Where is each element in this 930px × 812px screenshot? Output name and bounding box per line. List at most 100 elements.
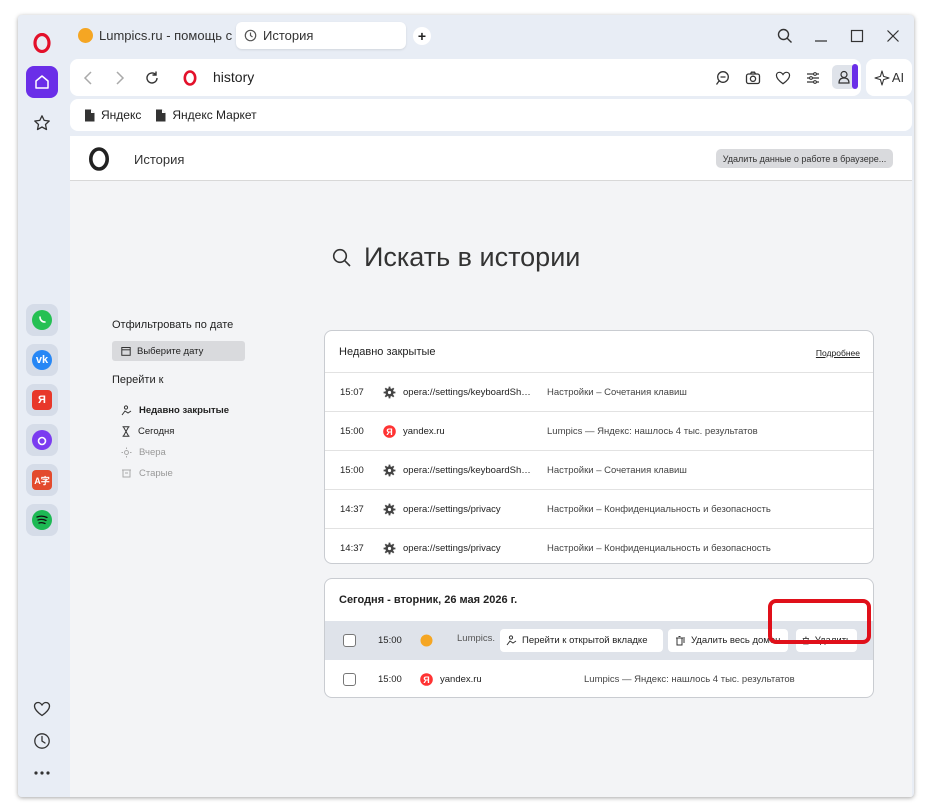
row-time: 15:00: [340, 465, 364, 476]
spotify-button[interactable]: [26, 504, 58, 536]
camera-icon: [745, 71, 761, 85]
goto-recently-closed[interactable]: Недавно закрытые: [112, 400, 252, 421]
recent-heading: Недавно закрытые: [339, 345, 436, 358]
sun-icon: [121, 447, 132, 458]
translate-icon: A字: [32, 470, 52, 490]
clear-browsing-data-button[interactable]: Удалить данные о работе в браузере...: [716, 149, 893, 168]
easy-setup-button[interactable]: [803, 68, 823, 88]
goto-yesterday[interactable]: Вчера: [112, 442, 252, 463]
row-title: Настройки – Сочетания клавиш: [547, 465, 687, 476]
goto-label: Старые: [139, 468, 173, 479]
row-url: opera://settings/keyboardShortcuts: [403, 465, 531, 476]
heart-icon: [775, 71, 791, 85]
yandex-icon: Я: [32, 390, 52, 410]
ai-label: AI: [891, 70, 905, 85]
reload-icon: [146, 71, 158, 84]
hourglass-icon: [122, 426, 130, 437]
svg-text:Я: Я: [386, 427, 392, 437]
row-url: yandex.ru: [403, 426, 445, 437]
zoom-button[interactable]: [713, 68, 733, 88]
history-row[interactable]: 15:00 opera://settings/keyboardShortcuts…: [325, 451, 873, 490]
more-link[interactable]: Подробнее: [816, 348, 860, 358]
alice-icon: [32, 430, 52, 450]
aria-ai-button[interactable]: AI: [866, 59, 912, 96]
minimize-icon: [815, 40, 827, 42]
minimize-button[interactable]: [810, 25, 832, 47]
recently-closed-card: Недавно закрытые Подробнее 15:07 opera:/…: [324, 330, 874, 564]
bookmark-yandex-market[interactable]: Яндекс Маркет: [155, 108, 257, 122]
filter-panel: Отфильтровать по дате Выберите дату Пере…: [112, 319, 252, 484]
goto-older[interactable]: Старые: [112, 463, 252, 484]
row-checkbox[interactable]: [343, 634, 356, 647]
gear-icon: [383, 464, 396, 477]
select-date-button[interactable]: Выберите дату: [112, 341, 245, 361]
history-page: История Удалить данные о работе в браузе…: [70, 136, 912, 797]
history-row[interactable]: 14:37 opera://settings/privacy Настройки…: [325, 529, 873, 563]
more-button[interactable]: [26, 757, 58, 789]
tab-history[interactable]: История: [236, 22, 406, 49]
row-time: 15:00: [340, 426, 364, 437]
home-button[interactable]: [26, 66, 58, 98]
bookmark-yandex[interactable]: Яндекс: [84, 108, 141, 122]
tab-label: Lumpics.ru - помощь с ко: [99, 28, 232, 43]
history-row[interactable]: 14:37 opera://settings/privacy Настройки…: [325, 490, 873, 529]
row-url: opera://settings/privacy: [403, 543, 501, 554]
clock-icon: [34, 733, 50, 749]
alice-button[interactable]: [26, 424, 58, 456]
star-icon: [34, 115, 50, 131]
select-date-label: Выберите дату: [137, 345, 204, 357]
forward-button[interactable]: [110, 68, 130, 88]
yandex-icon: Я: [420, 673, 433, 686]
tab-search-button[interactable]: [774, 25, 796, 47]
gear-icon: [383, 503, 396, 516]
goto-label: Сегодня: [138, 426, 175, 437]
row-time: 14:37: [340, 543, 364, 554]
home-icon: [35, 75, 49, 89]
history-button[interactable]: [26, 725, 58, 757]
close-icon: [887, 30, 899, 42]
row-title: Lumpics — Яндекс: нашлось 4 тыс. результ…: [547, 426, 758, 437]
close-button[interactable]: [882, 25, 904, 47]
snapshot-button[interactable]: [743, 68, 763, 88]
bookmarks-button[interactable]: [26, 107, 58, 139]
reload-button[interactable]: [142, 68, 162, 88]
whatsapp-button[interactable]: [26, 304, 58, 336]
svg-text:Я: Я: [423, 675, 429, 685]
clock-icon: [244, 29, 257, 42]
tab-lumpics[interactable]: Lumpics.ru - помощь с ко: [70, 22, 232, 49]
history-row[interactable]: 15:00 Я yandex.ru Lumpics — Яндекс: нашл…: [325, 660, 873, 697]
maximize-button[interactable]: [846, 25, 868, 47]
bookmark-label: Яндекс Маркет: [172, 108, 257, 122]
translator-button[interactable]: A字: [26, 464, 58, 496]
search-icon: [777, 28, 792, 43]
url-field[interactable]: history: [213, 69, 254, 85]
filter-date-heading: Отфильтровать по дате: [112, 319, 234, 331]
vk-button[interactable]: vk: [26, 344, 58, 376]
row-url: opera://settings/privacy: [403, 504, 501, 515]
history-row[interactable]: 15:00 Я yandex.ru Lumpics — Яндекс: нашл…: [325, 412, 873, 451]
history-search[interactable]: Искать в истории: [332, 242, 580, 273]
new-tab-button[interactable]: +: [413, 27, 431, 45]
bookmark-heart-button[interactable]: [773, 68, 793, 88]
back-button[interactable]: [78, 68, 98, 88]
search-input[interactable]: Искать в истории: [364, 242, 580, 273]
bookmarks-bar: Яндекс Яндекс Маркет: [70, 99, 912, 131]
address-bar: history: [70, 59, 861, 96]
more-dots-icon: [34, 771, 50, 775]
row-time: 14:37: [340, 504, 364, 515]
today-heading: Сегодня - вторник, 26 мая 2026 г.: [339, 594, 518, 606]
goto-open-tab-button[interactable]: Перейти к открытой вкладке: [500, 629, 663, 652]
person-arrow-icon: [121, 405, 132, 416]
row-url: yandex.ru: [440, 674, 482, 685]
delete-domain-label: Удалить весь домен: [691, 635, 781, 646]
goto-today[interactable]: Сегодня: [112, 421, 252, 442]
history-row[interactable]: 15:07 opera://settings/keyboardShortcuts…: [325, 373, 873, 412]
search-icon: [332, 248, 351, 267]
lumpics-icon: [78, 28, 93, 43]
opera-menu-button[interactable]: [26, 27, 58, 59]
whatsapp-icon: [32, 310, 52, 330]
favorites-button[interactable]: [26, 693, 58, 725]
row-checkbox[interactable]: [343, 673, 356, 686]
sliders-icon: [807, 72, 819, 84]
yandex-button[interactable]: Я: [26, 384, 58, 416]
